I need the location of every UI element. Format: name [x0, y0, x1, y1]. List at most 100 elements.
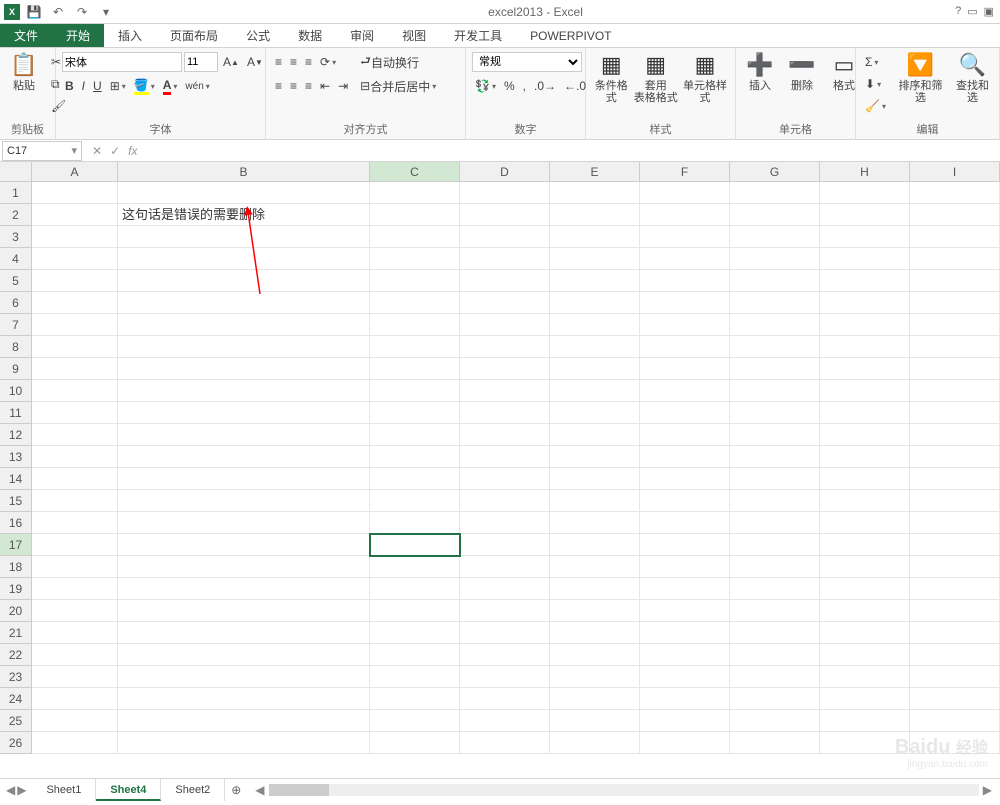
cell-H14[interactable]: [820, 468, 910, 490]
row-header-3[interactable]: 3: [0, 226, 32, 248]
bold-button[interactable]: B: [62, 76, 77, 96]
column-header-E[interactable]: E: [550, 162, 640, 182]
column-header-F[interactable]: F: [640, 162, 730, 182]
cell-D21[interactable]: [460, 622, 550, 644]
cell-I16[interactable]: [910, 512, 1000, 534]
cell-C26[interactable]: [370, 732, 460, 754]
row-header-2[interactable]: 2: [0, 204, 32, 226]
cell-I12[interactable]: [910, 424, 1000, 446]
cell-E10[interactable]: [550, 380, 640, 402]
cell-D3[interactable]: [460, 226, 550, 248]
cell-A3[interactable]: [32, 226, 118, 248]
cell-F10[interactable]: [640, 380, 730, 402]
cell-E5[interactable]: [550, 270, 640, 292]
cell-I8[interactable]: [910, 336, 1000, 358]
cell-H16[interactable]: [820, 512, 910, 534]
cell-D20[interactable]: [460, 600, 550, 622]
cell-H18[interactable]: [820, 556, 910, 578]
align-bottom-button[interactable]: ≡: [302, 52, 315, 72]
underline-button[interactable]: U: [90, 76, 105, 96]
sheet-nav-next-icon[interactable]: ▶: [17, 783, 26, 797]
cell-D1[interactable]: [460, 182, 550, 204]
cell-C15[interactable]: [370, 490, 460, 512]
cell-G7[interactable]: [730, 314, 820, 336]
tab-home[interactable]: 开始: [52, 24, 104, 47]
cell-A6[interactable]: [32, 292, 118, 314]
cell-H19[interactable]: [820, 578, 910, 600]
cell-A1[interactable]: [32, 182, 118, 204]
row-header-13[interactable]: 13: [0, 446, 32, 468]
cell-D8[interactable]: [460, 336, 550, 358]
cell-F25[interactable]: [640, 710, 730, 732]
cell-G10[interactable]: [730, 380, 820, 402]
column-header-B[interactable]: B: [118, 162, 370, 182]
qat-dropdown-icon[interactable]: ▾: [96, 2, 116, 22]
cell-I2[interactable]: [910, 204, 1000, 226]
conditional-formatting-button[interactable]: ▦条件格式: [592, 52, 630, 104]
row-header-1[interactable]: 1: [0, 182, 32, 204]
cell-E14[interactable]: [550, 468, 640, 490]
paste-button[interactable]: 📋 粘贴: [6, 52, 42, 92]
row-header-11[interactable]: 11: [0, 402, 32, 424]
format-as-table-button[interactable]: ▦套用 表格格式: [636, 52, 674, 104]
cell-D2[interactable]: [460, 204, 550, 226]
cell-B13[interactable]: [118, 446, 370, 468]
cell-A4[interactable]: [32, 248, 118, 270]
cell-F20[interactable]: [640, 600, 730, 622]
cell-F13[interactable]: [640, 446, 730, 468]
font-size-combo[interactable]: [184, 52, 218, 72]
row-header-7[interactable]: 7: [0, 314, 32, 336]
cell-styles-button[interactable]: ▦单元格样式: [681, 52, 729, 104]
cell-A9[interactable]: [32, 358, 118, 380]
cell-E16[interactable]: [550, 512, 640, 534]
column-header-A[interactable]: A: [32, 162, 118, 182]
column-header-D[interactable]: D: [460, 162, 550, 182]
row-header-19[interactable]: 19: [0, 578, 32, 600]
cell-E8[interactable]: [550, 336, 640, 358]
cell-B11[interactable]: [118, 402, 370, 424]
wrap-text-button[interactable]: ⮐ 自动换行: [357, 52, 439, 72]
cell-E18[interactable]: [550, 556, 640, 578]
cell-A19[interactable]: [32, 578, 118, 600]
cell-I24[interactable]: [910, 688, 1000, 710]
cell-B21[interactable]: [118, 622, 370, 644]
cell-C24[interactable]: [370, 688, 460, 710]
cell-C25[interactable]: [370, 710, 460, 732]
cell-H1[interactable]: [820, 182, 910, 204]
autosum-button[interactable]: Σ▾: [862, 52, 889, 72]
cell-C22[interactable]: [370, 644, 460, 666]
cell-G1[interactable]: [730, 182, 820, 204]
row-header-8[interactable]: 8: [0, 336, 32, 358]
cell-B6[interactable]: [118, 292, 370, 314]
cell-I18[interactable]: [910, 556, 1000, 578]
cell-F11[interactable]: [640, 402, 730, 424]
decrease-font-button[interactable]: A▼: [244, 52, 266, 72]
row-header-26[interactable]: 26: [0, 732, 32, 754]
tab-data[interactable]: 数据: [284, 24, 336, 47]
row-header-24[interactable]: 24: [0, 688, 32, 710]
cell-C11[interactable]: [370, 402, 460, 424]
select-all-corner[interactable]: [0, 162, 32, 182]
cell-D13[interactable]: [460, 446, 550, 468]
cell-H13[interactable]: [820, 446, 910, 468]
cell-B8[interactable]: [118, 336, 370, 358]
cell-G11[interactable]: [730, 402, 820, 424]
cell-H21[interactable]: [820, 622, 910, 644]
cell-D7[interactable]: [460, 314, 550, 336]
row-header-20[interactable]: 20: [0, 600, 32, 622]
cell-D15[interactable]: [460, 490, 550, 512]
align-middle-button[interactable]: ≡: [287, 52, 300, 72]
cell-B26[interactable]: [118, 732, 370, 754]
row-header-12[interactable]: 12: [0, 424, 32, 446]
cell-D18[interactable]: [460, 556, 550, 578]
enter-icon[interactable]: ✓: [110, 144, 120, 158]
cell-D10[interactable]: [460, 380, 550, 402]
cell-B18[interactable]: [118, 556, 370, 578]
cell-G13[interactable]: [730, 446, 820, 468]
sheet-tab-sheet2[interactable]: Sheet2: [161, 779, 225, 801]
cell-G12[interactable]: [730, 424, 820, 446]
cell-A25[interactable]: [32, 710, 118, 732]
name-box[interactable]: C17▾: [2, 141, 82, 161]
row-header-18[interactable]: 18: [0, 556, 32, 578]
undo-icon[interactable]: ↶: [48, 2, 68, 22]
